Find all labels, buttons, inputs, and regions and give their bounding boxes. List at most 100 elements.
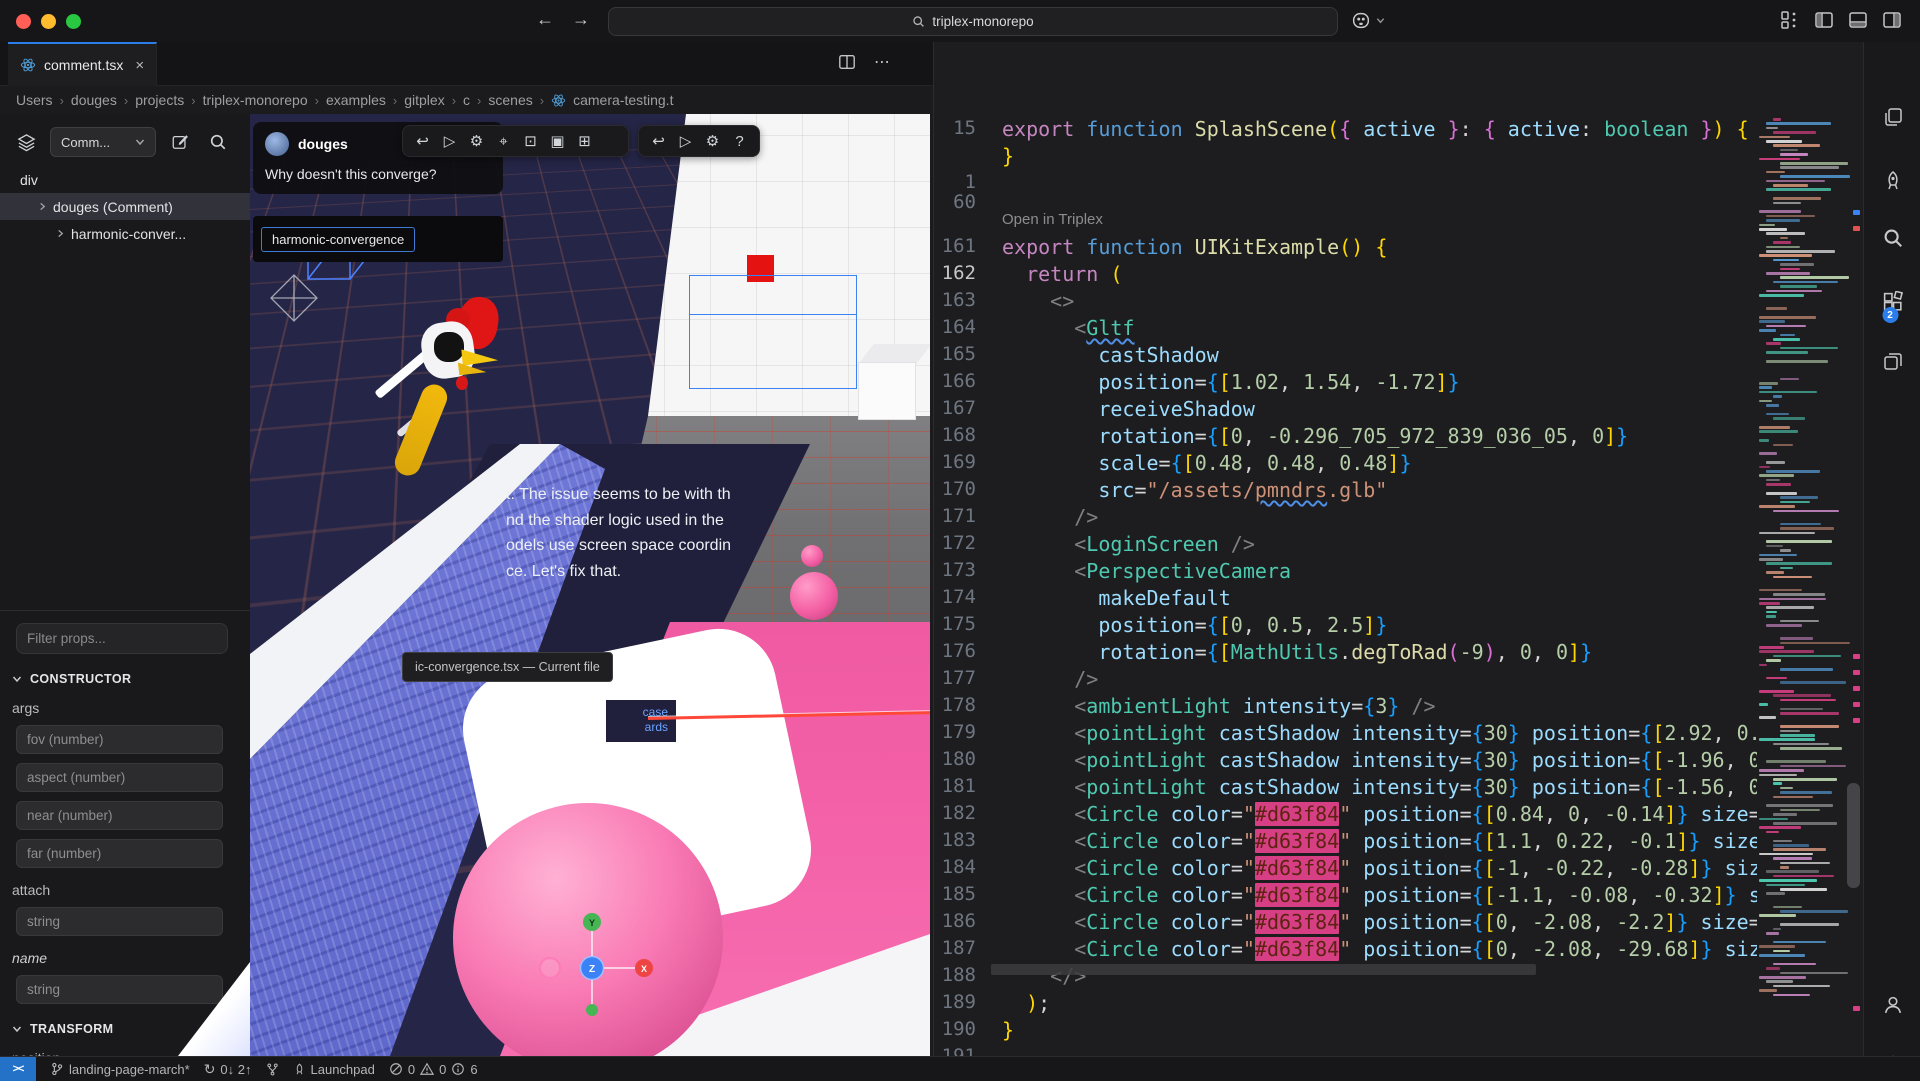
component-select-dropdown[interactable]: Comm... <box>50 127 156 157</box>
toggle-panel-icon[interactable] <box>1848 10 1868 30</box>
code-line: 174 makeDefault <box>934 586 1757 613</box>
edit-component-icon[interactable] <box>166 128 194 156</box>
minimize-window-button[interactable] <box>41 14 56 29</box>
customize-layout-icon[interactable] <box>1780 10 1800 30</box>
play-icon[interactable]: ▷ <box>436 128 463 154</box>
activity-bar-right: 2 1 <box>1863 42 1920 1056</box>
zoom-window-button[interactable] <box>66 14 81 29</box>
minimap[interactable] <box>1757 114 1863 1056</box>
breadcrumb-item[interactable]: c <box>463 92 470 108</box>
problems-item[interactable]: 0 0 6 <box>389 1062 478 1077</box>
search-icon[interactable] <box>1882 227 1904 254</box>
layers-icon[interactable] <box>12 128 40 156</box>
panels-icon[interactable]: ▣ <box>544 128 571 154</box>
prop-input-far[interactable] <box>16 839 223 868</box>
breadcrumb-item[interactable]: triplex-monorepo <box>203 92 308 108</box>
prop-input-fov[interactable] <box>16 725 223 754</box>
prop-input-near[interactable] <box>16 801 223 830</box>
tree-item-harmonic-conver-[interactable]: harmonic-conver... <box>0 220 250 247</box>
minimap-line <box>1766 171 1785 174</box>
breadcrumb-item[interactable]: projects <box>135 92 184 108</box>
command-center-search[interactable]: triplex-monorepo <box>608 7 1338 36</box>
breadcrumb-item[interactable]: gitplex <box>404 92 444 108</box>
minimap-decoration <box>1853 702 1860 707</box>
git-branch-item[interactable]: landing-page-march* <box>50 1062 190 1077</box>
extensions-icon[interactable]: 2 <box>1881 291 1904 319</box>
undo-icon[interactable]: ↩ <box>645 128 672 154</box>
minimap-line <box>1766 492 1797 495</box>
prop-input-string[interactable] <box>16 975 223 1004</box>
close-window-button[interactable] <box>16 14 31 29</box>
chevron-right-icon <box>38 202 47 211</box>
breadcrumb[interactable]: Users›douges›projects›triplex-monorepo›e… <box>16 86 926 114</box>
settings-icon[interactable]: ⚙ <box>699 128 726 154</box>
launchpad-item[interactable]: Launchpad <box>293 1062 375 1077</box>
undo-icon[interactable]: ↩ <box>409 128 436 154</box>
filter-props-input[interactable] <box>16 623 228 654</box>
line-number: 176 <box>934 640 1002 667</box>
note-line: ce. Let's fix that. <box>506 559 806 585</box>
prop-input-string[interactable] <box>16 907 223 936</box>
translate-gizmo[interactable]: Y Z X <box>530 906 660 1036</box>
react-file-icon <box>551 93 566 108</box>
grid-icon[interactable]: ⊞ <box>571 128 598 154</box>
toggle-sidebar-right-icon[interactable] <box>1882 10 1902 30</box>
comment-tag[interactable]: harmonic-convergence <box>261 227 415 252</box>
breadcrumb-item[interactable]: douges <box>71 92 117 108</box>
play-icon[interactable]: ▷ <box>672 128 699 154</box>
minimap-line <box>1773 778 1837 781</box>
close-tab-icon[interactable]: × <box>135 57 144 74</box>
split-editor-icon[interactable] <box>838 53 856 71</box>
rocket-icon[interactable] <box>1882 170 1904 197</box>
sync-changes-item[interactable]: ↻ 0↓ 2↑ <box>204 1061 252 1078</box>
code-line: 171 /> <box>934 505 1757 532</box>
line-number: 168 <box>934 424 1002 451</box>
account-icon[interactable] <box>1881 993 1904 1021</box>
minimap-line <box>1759 650 1814 653</box>
horizontal-scrollbar[interactable] <box>991 964 1536 975</box>
fork-item[interactable] <box>266 1063 279 1076</box>
tree-item-douges-comment-[interactable]: douges (Comment) <box>0 193 250 220</box>
search-elements-icon[interactable] <box>204 128 232 156</box>
tab-comment-tsx[interactable]: comment.tsx × <box>8 42 157 86</box>
prop-input-aspect[interactable] <box>16 763 223 792</box>
code-text: <pointLight castShadow intensity={30} po… <box>1002 721 1757 748</box>
breadcrumb-item[interactable]: scenes <box>488 92 532 108</box>
toggle-sidebar-left-icon[interactable] <box>1814 10 1834 30</box>
section-header-constructor[interactable]: CONSTRUCTOR <box>12 672 238 686</box>
gizmo-axis-negx[interactable] <box>540 958 560 978</box>
code-line: 179 <pointLight castShadow intensity={30… <box>934 721 1757 748</box>
code-text: /> <box>1002 667 1098 694</box>
more-actions-icon[interactable]: ⋯ <box>874 52 891 72</box>
code-line: 184 <Circle color="#d63f84" position={[-… <box>934 856 1757 883</box>
pointer-icon[interactable]: ⌖ <box>490 128 517 154</box>
gizmo-handle[interactable] <box>586 1004 598 1016</box>
minimap-line <box>1759 769 1804 772</box>
forward-icon[interactable]: → <box>568 9 594 30</box>
minimap-line <box>1759 818 1788 821</box>
scene-viewport-canvas[interactable]: t. The issue seems to be with thnd the s… <box>250 114 930 1056</box>
minimap-line <box>1759 320 1785 323</box>
stack-icon[interactable] <box>1882 350 1904 377</box>
help-icon[interactable]: ? <box>726 128 753 154</box>
breadcrumb-item[interactable]: Users <box>16 92 53 108</box>
remote-indicator-icon[interactable]: >< <box>0 1057 36 1081</box>
pages-icon[interactable] <box>1882 106 1904 133</box>
minimap-slider[interactable] <box>1847 783 1860 888</box>
minimap-line <box>1766 980 1793 983</box>
account-menu-button[interactable] <box>1350 9 1385 31</box>
search-icon <box>912 15 925 28</box>
line-number: 186 <box>934 910 1002 937</box>
code-editor[interactable]: 15export function SplashScene({ active }… <box>934 114 1757 1056</box>
settings-icon[interactable]: ⚙ <box>463 128 490 154</box>
viewport-link[interactable]: ards <box>606 720 668 734</box>
codelens-open-in-triplex[interactable]: Open in Triplex <box>1002 211 1103 235</box>
line-number: 191 <box>934 1045 1002 1056</box>
frame-icon[interactable]: ⊡ <box>517 128 544 154</box>
breadcrumb-file[interactable]: camera-testing.t <box>573 92 673 108</box>
tree-item-div[interactable]: div <box>0 166 250 193</box>
back-icon[interactable]: ← <box>532 9 558 30</box>
minimap-line <box>1780 166 1839 169</box>
minimap-line <box>1766 611 1777 614</box>
breadcrumb-item[interactable]: examples <box>326 92 386 108</box>
